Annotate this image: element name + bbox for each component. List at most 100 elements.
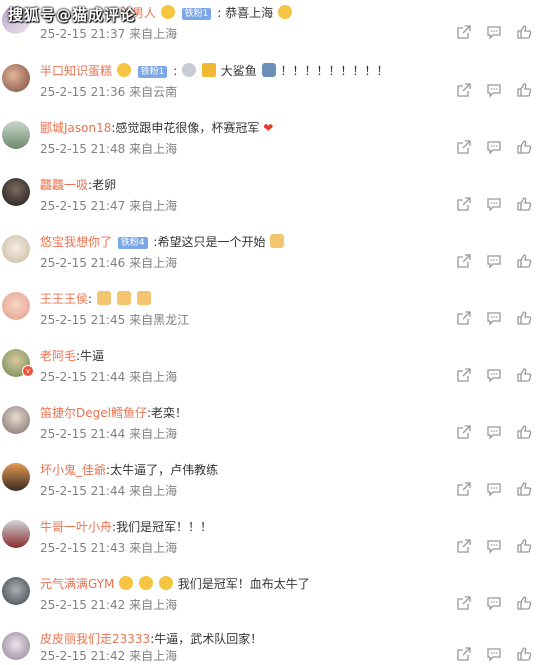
fan-badge[interactable]: 铁粉1 (181, 8, 212, 20)
comment-location: 来自上海 (129, 27, 178, 41)
share-icon[interactable] (456, 310, 474, 328)
comment-actions (456, 310, 536, 328)
comment-time: 25-2-15 21:44 (40, 484, 126, 498)
avatar[interactable] (2, 178, 30, 206)
comment-icon[interactable] (486, 82, 504, 100)
crown-emoji-icon (160, 5, 175, 19)
fan-badge[interactable]: 铁粉4 (117, 237, 148, 249)
avatar[interactable] (2, 121, 30, 149)
crown-emoji-icon (158, 576, 173, 590)
comment-icon[interactable] (486, 24, 504, 42)
username[interactable]: 王王王侯 (40, 292, 88, 306)
comment-time: 25-2-15 21:44 (40, 427, 126, 441)
avatar[interactable] (2, 406, 30, 434)
comment-icon[interactable] (486, 139, 504, 157)
share-icon[interactable] (456, 595, 474, 613)
share-icon[interactable] (456, 646, 474, 664)
avatar[interactable] (2, 292, 30, 320)
comment-item: v 老阿毛:牛逼 25-2-15 21:44 来自上海 (0, 343, 544, 399)
grin-emoji-icon (277, 5, 292, 19)
comment-meta: 25-2-15 21:48 来自上海 (40, 140, 177, 157)
comment-item: 笛捷尔Degel鳕鱼仔:老栾！ 25-2-15 21:44 来自上海 (0, 400, 544, 456)
username[interactable]: 坏小鬼_佳爺 (40, 463, 106, 477)
watermark: 搜狐号@猫成评论 (8, 6, 137, 24)
avatar[interactable] (2, 577, 30, 605)
comment-icon[interactable] (486, 367, 504, 385)
comment-line: 悠宝我想你了 铁粉4 :希望这只是一个开始 (40, 234, 285, 250)
like-icon[interactable] (516, 196, 534, 214)
comment-item: 坏小鬼_佳爺:太牛逼了，卢伟教练 25-2-15 21:44 来自上海 (0, 457, 544, 513)
comment-meta: 25-2-15 21:43 来自上海 (40, 539, 177, 556)
comment-icon[interactable] (486, 253, 504, 271)
like-icon[interactable] (516, 82, 534, 100)
comment-icon[interactable] (486, 595, 504, 613)
username[interactable]: 龘龘一吸 (40, 178, 88, 192)
comment-meta: 25-2-15 21:46 来自上海 (40, 254, 177, 271)
shark-emoji-icon (261, 63, 276, 77)
like-icon[interactable] (516, 310, 534, 328)
username[interactable]: 老阿毛 (40, 349, 76, 363)
avatar[interactable] (2, 235, 30, 263)
username[interactable]: 半口知识蛋糕 (40, 64, 112, 78)
like-icon[interactable] (516, 139, 534, 157)
like-icon[interactable] (516, 424, 534, 442)
share-icon[interactable] (456, 367, 474, 385)
fan-badge[interactable]: 铁粉1 (137, 66, 168, 78)
avatar[interactable] (2, 463, 30, 491)
comment-location: 来自上海 (129, 484, 178, 498)
comment-item: 元气满满GYM 我们是冠军！血布太牛了 25-2-15 21:42 来自上海 (0, 571, 544, 627)
share-icon[interactable] (456, 24, 474, 42)
comment-icon[interactable] (486, 646, 504, 664)
comment-actions (456, 595, 536, 613)
like-icon[interactable] (516, 253, 534, 271)
avatar[interactable] (2, 64, 30, 92)
comment-actions (456, 538, 536, 556)
like-icon[interactable] (516, 481, 534, 499)
comment-location: 来自上海 (129, 541, 178, 555)
username[interactable]: 元气满满GYM (40, 577, 114, 591)
username[interactable]: 笛捷尔Degel鳕鱼仔 (40, 406, 147, 420)
comment-text: 感觉跟申花很像，杯赛冠军 (115, 121, 260, 135)
share-icon[interactable] (456, 424, 474, 442)
comment-location: 来自上海 (129, 199, 178, 213)
red-heart-icon: ❤ (263, 121, 274, 135)
like-icon[interactable] (516, 24, 534, 42)
comment-text: 老卵 (92, 178, 117, 192)
username[interactable]: 牛哥一叶小舟 (40, 520, 112, 534)
comment-location: 来自上海 (129, 649, 178, 663)
face-emoji-icon (182, 63, 197, 77)
avatar[interactable] (2, 632, 30, 660)
like-icon[interactable] (516, 538, 534, 556)
username[interactable]: 郾城Jason18 (40, 121, 111, 135)
comment-icon[interactable] (486, 310, 504, 328)
comment-time: 25-2-15 21:43 (40, 541, 126, 555)
comment-time: 25-2-15 21:36 (40, 85, 126, 99)
comment-time: 25-2-15 21:42 (40, 649, 126, 663)
comment-text: 希望这只是一个开始 (157, 235, 266, 249)
share-icon[interactable] (456, 139, 474, 157)
comment-time: 25-2-15 21:37 (40, 27, 126, 41)
like-icon[interactable] (516, 367, 534, 385)
username[interactable]: 皮皮丽我们走23333 (40, 632, 150, 646)
comment-icon[interactable] (486, 196, 504, 214)
colon: : (217, 6, 222, 20)
comment-meta: 25-2-15 21:44 来自上海 (40, 482, 177, 499)
comment-item: 半口知识蛋糕 铁粉1 : 大鲨鱼 ！！！！！！！！！ 25-2-15 21:36… (0, 58, 544, 114)
comment-line: 坏小鬼_佳爺:太牛逼了，卢伟教练 (40, 462, 218, 478)
comment-line: 皮皮丽我们走23333:牛逼，武术队回家！ (40, 631, 262, 647)
crown-emoji-icon (139, 576, 154, 590)
avatar[interactable] (2, 520, 30, 548)
like-icon[interactable] (516, 646, 534, 664)
share-icon[interactable] (456, 481, 474, 499)
comment-icon[interactable] (486, 481, 504, 499)
share-icon[interactable] (456, 538, 474, 556)
share-icon[interactable] (456, 82, 474, 100)
share-icon[interactable] (456, 253, 474, 271)
like-icon[interactable] (516, 595, 534, 613)
comment-text: 太牛逼了，卢伟教练 (110, 463, 219, 477)
share-icon[interactable] (456, 196, 474, 214)
comment-icon[interactable] (486, 424, 504, 442)
comment-icon[interactable] (486, 538, 504, 556)
username[interactable]: 悠宝我想你了 (40, 235, 112, 249)
crown-emoji-icon (119, 576, 134, 590)
